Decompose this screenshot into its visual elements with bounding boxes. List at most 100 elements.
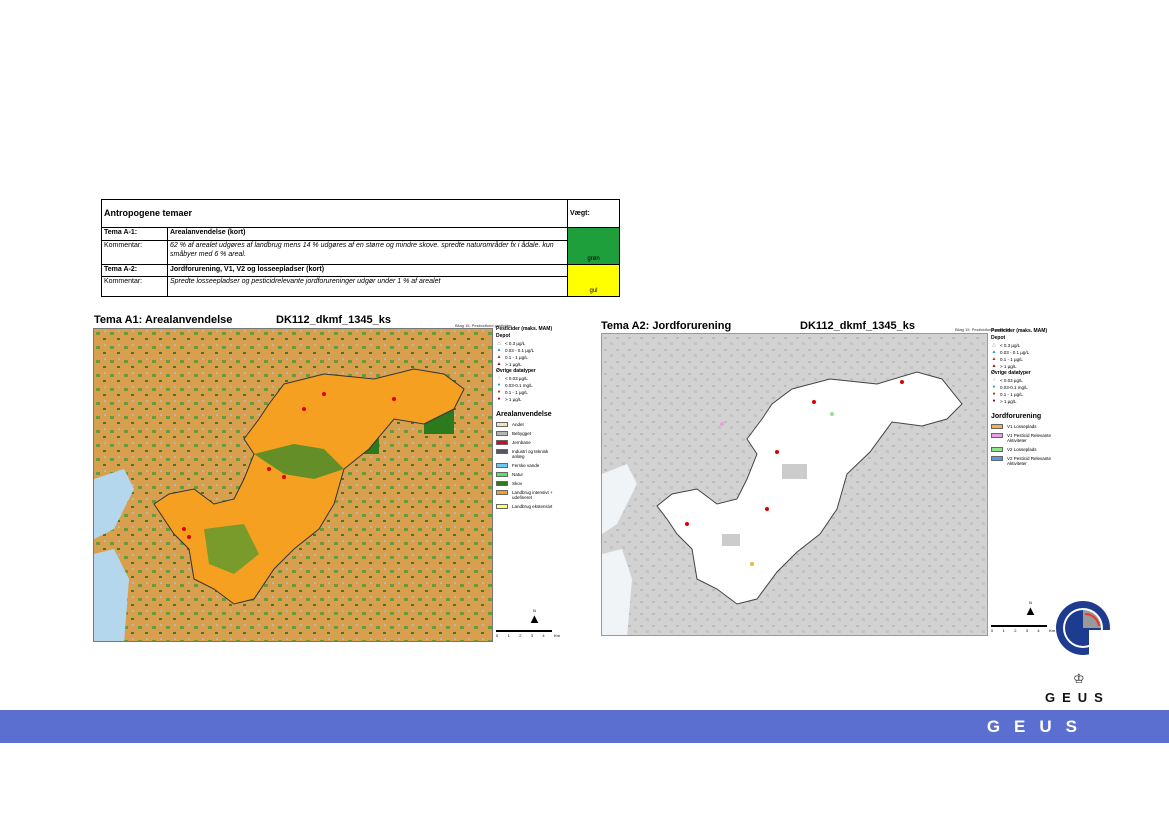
legend-label: Natur bbox=[512, 472, 524, 477]
color-swatch bbox=[991, 456, 1003, 461]
legend-swatch-row: Landbrug ekstensivt bbox=[496, 504, 562, 509]
north-arrow-icon: N ▲ bbox=[1024, 600, 1037, 618]
legend-item: > 1 µg/L bbox=[1000, 399, 1017, 404]
color-swatch bbox=[496, 490, 508, 495]
legend-swatch-row: V1 Pesticid Relevante Aktiviteter bbox=[991, 433, 1057, 443]
legend-swatch-row: Skov bbox=[496, 481, 562, 486]
color-swatch bbox=[496, 440, 508, 445]
legend-item: < 0.3 µg/L bbox=[505, 341, 526, 346]
north-arrow-icon: N ▲ bbox=[528, 608, 541, 626]
circle-icon: ● bbox=[497, 389, 501, 395]
triangle-icon: ▲ bbox=[991, 363, 997, 369]
weight-a1: grøn bbox=[587, 255, 600, 262]
legend-label: Jernbane bbox=[512, 440, 531, 445]
map2-scalebar: 0 1 2 3 4 Km bbox=[991, 625, 1055, 633]
legend-label: V1 Losseplads bbox=[1007, 424, 1037, 429]
legend-label: Landbrug ekstensivt bbox=[512, 504, 553, 509]
comment-a1: 62 % af arealet udgøres af landbrug mens… bbox=[167, 239, 568, 265]
weight-a2-cell: gul bbox=[567, 263, 620, 297]
color-swatch bbox=[496, 463, 508, 468]
weight-a2: gul bbox=[589, 288, 598, 294]
legend-item: 0.1 - 1 µg/L bbox=[505, 355, 528, 360]
map1-image[interactable] bbox=[93, 328, 493, 642]
comment-a2: Spredte losseepladser og pesticidrelevan… bbox=[167, 276, 568, 297]
circle-icon: ● bbox=[992, 391, 996, 397]
circle-icon: ● bbox=[992, 398, 996, 404]
color-swatch bbox=[496, 481, 508, 486]
footer-text: GEUS bbox=[986, 717, 1091, 736]
color-swatch bbox=[991, 447, 1003, 452]
legend-item: > 1 µg/L bbox=[505, 397, 522, 402]
circle-icon: ○ bbox=[992, 377, 996, 383]
map1-title: Tema A1: Arealanvendelse bbox=[94, 314, 233, 326]
legend-label: V1 Pesticid Relevante Aktiviteter bbox=[1007, 433, 1052, 443]
weight-header: Vægt: bbox=[567, 199, 620, 228]
theme-table: Antropogene temaer Vægt: Tema A-1: Areal… bbox=[101, 199, 620, 297]
map2-code: DK112_dkmf_1345_ks bbox=[800, 320, 915, 332]
legend-label: Andet bbox=[512, 422, 524, 427]
map1-depot-title: Depot bbox=[496, 333, 511, 339]
legend-label: Ferske vande bbox=[512, 463, 540, 468]
legend-swatch-row: Jernbane bbox=[496, 440, 562, 445]
legend-item: 0.03-0.1 mg/L bbox=[1000, 385, 1028, 390]
triangle-icon: ▲ bbox=[496, 361, 502, 367]
circle-icon: ● bbox=[992, 384, 996, 390]
legend-label: Landbrug intensivt + udefineret bbox=[512, 490, 553, 500]
legend-item: < 0.03 µg/L bbox=[1000, 378, 1023, 383]
landuse-list: Andet Bebygget Jernbane Industri og teknisk… bbox=[496, 422, 562, 509]
weight-a1-cell: grøn bbox=[567, 227, 620, 265]
color-swatch bbox=[496, 449, 508, 454]
map1-legend-title: Pesticider (maks. MAM) bbox=[496, 326, 553, 332]
legend-label: Bebygget bbox=[512, 431, 532, 436]
color-swatch bbox=[496, 422, 508, 427]
comment-a1-label: Kommentar: bbox=[101, 239, 168, 265]
legend-label: V2 Pesticid Relevante Aktiviteter bbox=[1007, 456, 1052, 466]
map2-image[interactable] bbox=[601, 333, 988, 636]
table-header: Antropogene temaer bbox=[101, 199, 568, 228]
legend-swatch-row: Landbrug intensivt + udefineret bbox=[496, 490, 562, 500]
map1-legend: Pesticider (maks. MAM) Depot △ < 0.3 µg/L… bbox=[496, 326, 562, 509]
map2-title: Tema A2: Jordforurening bbox=[601, 320, 732, 332]
map2-other-title: Øvrige datatyper bbox=[991, 370, 1031, 376]
map2-legend: Pesticider (maks. MAM) Depot △ < 0.3 µg/L… bbox=[991, 328, 1057, 466]
footer-bar: GEUS bbox=[0, 710, 1169, 743]
map2-pollution-title: Jordforurening bbox=[991, 413, 1042, 420]
legend-item: < 0.3 µg/L bbox=[1000, 343, 1021, 348]
legend-label: Industri og teknisk anlæg bbox=[512, 449, 549, 459]
legend-item: 0.1 - 1 µg/L bbox=[1000, 357, 1023, 362]
legend-swatch-row: V1 Losseplads bbox=[991, 424, 1057, 429]
color-swatch bbox=[991, 424, 1003, 429]
legend-item: 0.03 - 0.1 µg/L bbox=[1000, 350, 1030, 355]
map2-legend-title: Pesticider (maks. MAM) bbox=[991, 328, 1048, 334]
theme-a2-title: Jordforurening, V1, V2 og losseepladser … bbox=[167, 263, 568, 277]
logo-text: GEUS bbox=[1045, 690, 1110, 705]
color-swatch bbox=[991, 433, 1003, 438]
triangle-icon: △ bbox=[497, 340, 501, 346]
crown-icon: ♔ bbox=[1073, 671, 1085, 686]
map2-depot-title: Depot bbox=[991, 335, 1006, 341]
legend-item: > 1 µg/L bbox=[1000, 364, 1017, 369]
legend-swatch-row: Andet bbox=[496, 422, 562, 427]
theme-a2-label: Tema A-2: bbox=[101, 263, 168, 277]
legend-swatch-row: Natur bbox=[496, 472, 562, 477]
legend-swatch-row: Industri og teknisk anlæg bbox=[496, 449, 562, 459]
map1-landuse-title: Arealanvendelse bbox=[496, 411, 552, 418]
theme-a1-title: Arealanvendelse (kort) bbox=[167, 227, 568, 241]
legend-swatch-row: Ferske vande bbox=[496, 463, 562, 468]
map1-scalebar: 0 1 2 3 4 Km bbox=[496, 630, 560, 638]
legend-label: Skov bbox=[512, 481, 523, 486]
legend-item: 0.1 - 1 µg/L bbox=[1000, 392, 1023, 397]
legend-label: V2 Losseplads bbox=[1007, 447, 1037, 452]
pollution-list: V1 Losseplads V1 Pesticid Relevante Aktiv… bbox=[991, 424, 1057, 466]
color-swatch bbox=[496, 472, 508, 477]
comment-a2-label: Kommentar: bbox=[101, 276, 168, 297]
triangle-icon: ▲ bbox=[991, 356, 997, 362]
legend-item: 0.03 - 0.1 µg/L bbox=[505, 348, 535, 353]
legend-item: > 1 µg/L bbox=[505, 362, 522, 367]
circle-icon: ● bbox=[497, 396, 501, 402]
map1-code: DK112_dkmf_1345_ks bbox=[276, 314, 391, 326]
legend-item: 0.03-0.1 mg/L bbox=[505, 383, 533, 388]
color-swatch bbox=[496, 504, 508, 509]
triangle-icon: ▲ bbox=[496, 347, 502, 353]
legend-item: < 0.03 µg/L bbox=[505, 376, 528, 381]
